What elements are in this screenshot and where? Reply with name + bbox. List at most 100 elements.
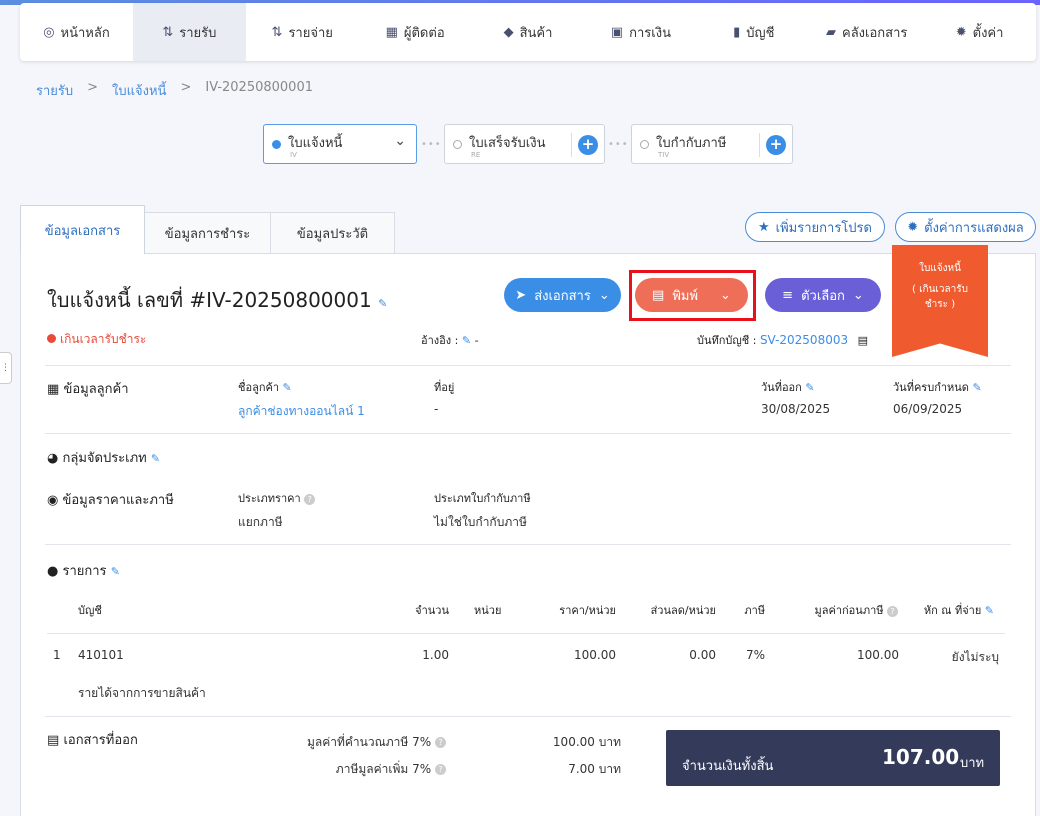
nav-item-accounting[interactable]: ▮ บัญชี	[697, 3, 810, 61]
status-text: เกินเวลารับชำระ	[60, 332, 147, 346]
help-icon[interactable]: ?	[435, 737, 446, 748]
pricing-section-label: ข้อมูลราคาและภาษี	[62, 493, 174, 508]
tab-history-info[interactable]: ข้อมูลประวัติ	[270, 212, 395, 254]
add-receipt-icon[interactable]: +	[578, 135, 598, 155]
grand-total-label: จำนวนเงินทั้งสิ้น	[682, 759, 774, 774]
column-header-tax: ภาษี	[744, 604, 765, 617]
customer-section-title: ▦ ข้อมูลลูกค้า	[47, 378, 129, 399]
customer-name-label: ชื่อลูกค้า	[238, 381, 280, 394]
circle-icon: ●	[47, 564, 59, 579]
vat-label: ภาษีมูลค่าเพิ่ม 7%	[335, 762, 432, 776]
overdue-dot-icon	[47, 334, 56, 343]
tab-payment-info[interactable]: ข้อมูลการชำระ	[144, 212, 271, 254]
nav-item-income[interactable]: ⇅ รายรับ	[132, 3, 246, 61]
chevron-down-icon: ⌄	[852, 287, 864, 303]
edit-icon[interactable]: ✎	[283, 381, 292, 394]
flow-step-invoice[interactable]: ใบแจ้งหนี้ IV ⌄	[263, 124, 417, 164]
flow-step-tax-invoice[interactable]: ใบกำกับภาษี TIV +	[631, 124, 793, 164]
edit-icon[interactable]: ✎	[462, 334, 471, 347]
flow-connector: •••	[608, 139, 629, 150]
options-label: ตัวเลือก	[801, 288, 845, 304]
chevron-down-icon[interactable]: ⌄	[394, 133, 406, 149]
row-discount: 0.00	[689, 648, 716, 662]
money-icon: ▣	[610, 24, 624, 40]
add-favorite-button[interactable]: ★ เพิ่มรายการโปรด	[745, 212, 885, 242]
active-dot-icon	[272, 140, 281, 149]
vat-row: ภาษีมูลค่าเพิ่ม 7% ?	[241, 760, 446, 779]
folder-icon: ▰	[826, 24, 836, 40]
breadcrumb-root[interactable]: รายรับ	[36, 80, 73, 101]
edit-icon[interactable]: ✎	[111, 565, 120, 578]
ribbon-status: ( เกินเวลารับ	[912, 284, 968, 295]
page-title-text: ใบแจ้งหนี้ เลขที่ #IV-20250800001	[47, 288, 372, 312]
nav-item-label: รายจ่าย	[288, 25, 333, 41]
help-icon[interactable]: ?	[435, 764, 446, 775]
pretax-label: มูลค่าก่อนภาษี	[814, 604, 884, 617]
page-title: ใบแจ้งหนี้ เลขที่ #IV-20250800001 ✎	[47, 284, 387, 316]
document-panel: ใบแจ้งหนี้ เลขที่ #IV-20250800001 ✎ ➤ ส่ง…	[20, 245, 1036, 816]
nav-item-home[interactable]: ◎ หน้าหลัก	[20, 3, 133, 61]
flow-step-label: ใบเสร็จรับเงิน	[469, 136, 546, 151]
divider	[45, 544, 1011, 545]
row-pretax: 100.00	[857, 648, 899, 662]
issued-docs-label: เอกสารที่ออก	[63, 733, 138, 748]
clipboard-icon: ▤	[47, 733, 60, 748]
tax-invoice-type-value: ไม่ใช่ใบกำกับภาษี	[434, 515, 527, 529]
send-document-button[interactable]: ➤ ส่งเอกสาร ⌄	[504, 278, 621, 312]
issue-date-label-row: วันที่ออก ✎	[761, 378, 815, 396]
customer-name-label-row: ชื่อลูกค้า ✎	[238, 378, 292, 396]
building-icon: ▦	[47, 382, 60, 397]
display-settings-button[interactable]: ✹ ตั้งค่าการแสดงผล	[895, 212, 1036, 242]
options-button[interactable]: ≡ ตัวเลือก ⌄	[765, 278, 881, 312]
help-icon[interactable]: ?	[304, 493, 316, 505]
breadcrumb-section[interactable]: ใบแจ้งหนี้	[112, 80, 166, 101]
journal-link[interactable]: SV-202508003	[760, 333, 848, 347]
nav-item-products[interactable]: ◆ สินค้า	[472, 3, 585, 61]
breadcrumb-separator: >	[180, 80, 192, 95]
help-icon[interactable]: ?	[887, 605, 898, 617]
classification-label: กลุ่มจัดประเภท	[62, 451, 147, 466]
row-qty: 1.00	[422, 648, 449, 662]
flow-step-receipt[interactable]: ใบเสร็จรับเงิน RE +	[444, 124, 605, 164]
grand-total-value: 107.00	[882, 745, 960, 769]
edit-icon[interactable]: ✎	[985, 604, 994, 617]
row-price: 100.00	[574, 648, 616, 662]
nav-item-label: บัญชี	[746, 25, 775, 41]
row-wht: ยังไม่ระบุ	[951, 650, 999, 664]
row-tax: 7%	[745, 648, 765, 662]
nav-item-documents[interactable]: ▰ คลังเอกสาร	[810, 3, 923, 61]
flow-connector: •••	[421, 139, 442, 150]
divider	[571, 133, 572, 157]
tab-document-info[interactable]: ข้อมูลเอกสาร	[20, 205, 145, 254]
main-nav: ◎ หน้าหลัก ⇅ รายรับ ⇅ รายจ่าย ▦ ผู้ติดต่อ ◆ ส…	[20, 3, 1036, 61]
edit-icon[interactable]: ✎	[151, 452, 160, 465]
issue-date-label: วันที่ออก	[761, 381, 802, 394]
add-tax-invoice-icon[interactable]: +	[766, 135, 786, 155]
price-type-label-row: ประเภทราคา ?	[238, 489, 316, 507]
column-header-wht: หัก ณ ที่จ่าย ✎	[901, 601, 994, 619]
edit-icon[interactable]: ✎	[972, 381, 981, 394]
address-label: ที่อยู่	[434, 381, 455, 394]
nav-item-contacts[interactable]: ▦ ผู้ติดต่อ	[359, 3, 472, 61]
nav-item-finance[interactable]: ▣ การเงิน	[584, 3, 697, 61]
nav-item-expense[interactable]: ⇅ รายจ่าย	[246, 3, 359, 61]
inactive-dot-icon	[453, 140, 462, 149]
side-expand-handle[interactable]: ⋮	[0, 352, 12, 384]
gear-icon: ✹	[907, 219, 919, 235]
pie-chart-icon: ◕	[47, 451, 59, 466]
nav-item-label: รายรับ	[179, 25, 217, 41]
print-highlight-box	[629, 270, 756, 321]
breadcrumb-separator: >	[87, 80, 99, 95]
printer-icon[interactable]: ▤	[858, 334, 868, 347]
customer-name-link[interactable]: ลูกค้าช่องทางออนไลน์ 1	[238, 402, 365, 421]
reference-row: อ้างอิง : ✎ -	[421, 331, 479, 349]
tax-invoice-type-label: ประเภทใบกำกับภาษี	[434, 492, 531, 505]
edit-icon[interactable]: ✎	[378, 297, 387, 310]
journal-label: บันทึกบัญชี :	[697, 334, 757, 347]
divider	[47, 633, 1005, 634]
nav-item-settings[interactable]: ✹ ตั้งค่า	[923, 3, 1036, 61]
classification-section-title: ◕ กลุ่มจัดประเภท ✎	[47, 447, 160, 468]
edit-icon[interactable]: ✎	[805, 381, 814, 394]
row-description: รายได้จากการขายสินค้า	[78, 686, 206, 700]
column-header-account: บัญชี	[78, 604, 102, 617]
